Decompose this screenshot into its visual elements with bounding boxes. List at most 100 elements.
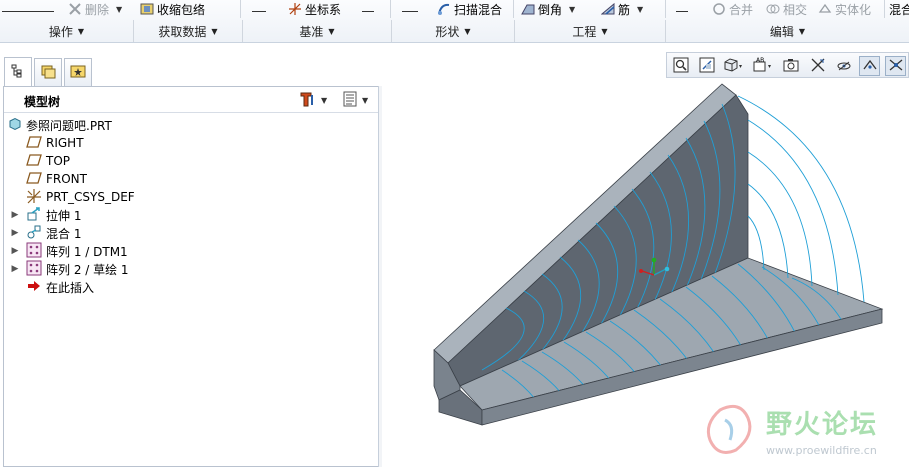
merge-icon (712, 2, 726, 16)
chevron-down-icon: ▼ (601, 26, 608, 36)
ribbon-more-button[interactable] (362, 0, 380, 18)
zoom-fit-icon (673, 57, 689, 76)
tree-item-csys[interactable]: PRT_CSYS_DEF (26, 188, 135, 206)
solidify-icon (818, 2, 832, 16)
group-get-data[interactable]: 获取数据 ▼ (133, 20, 242, 42)
watermark-logo-icon (700, 400, 760, 463)
tree-item-insert-here[interactable]: 在此插入 (26, 278, 94, 296)
watermark-url: www.proewildfire.cn (766, 444, 877, 457)
sweep-button[interactable] (402, 0, 424, 18)
blend-cut-button[interactable]: 混合 (889, 0, 909, 18)
csys-button[interactable]: 坐标系 (288, 0, 341, 18)
solidify-button[interactable]: 实体化 (818, 0, 871, 18)
tree-show-button[interactable]: ▼ (342, 91, 368, 109)
zoom-in-button[interactable] (696, 56, 717, 76)
round-icon (521, 2, 535, 16)
delete-button[interactable]: 删除 ▼ (68, 0, 122, 18)
model-tree-icon (11, 64, 25, 81)
model-tree-title: 模型树 (24, 95, 61, 109)
svg-text:AB: AB (756, 57, 764, 64)
tab-folder-browser[interactable] (34, 58, 62, 86)
tree-settings-button[interactable]: ▼ (299, 91, 327, 109)
tree-item-extrude[interactable]: 拉伸 1 (26, 206, 81, 224)
ribbon: 删除 ▼ 收缩包络 坐标系 扫描混合 倒角 ▼ 筋 ▼ 合并 相交 实体化 混合… (0, 0, 909, 43)
ribbon-separator (884, 0, 885, 18)
chevron-down-icon: ▾ (768, 62, 772, 70)
tree-item-pattern-2[interactable]: 阵列 2 / 草绘 1 (26, 260, 129, 278)
tree-item-blend[interactable]: 混合 1 (26, 224, 81, 242)
spin-center-button[interactable] (833, 56, 854, 76)
part-icon (8, 117, 22, 134)
rib-button[interactable]: 筋 ▼ (600, 0, 644, 18)
datum-plane-icon (26, 171, 42, 187)
shrinkwrap-button[interactable]: 收缩包络 (140, 0, 205, 18)
cutoff-button[interactable] (2, 0, 60, 18)
annotation-display-button[interactable]: AB ▾ (751, 56, 772, 76)
chevron-down-icon: ▼ (637, 4, 644, 14)
tree-item-pattern-1[interactable]: 阵列 1 / DTM1 (26, 242, 128, 260)
expand-arrow-icon[interactable]: ▶ (10, 260, 20, 278)
tab-model-tree[interactable] (4, 57, 32, 87)
group-engineering[interactable]: 工程 ▼ (514, 20, 665, 42)
folder-browser-icon (40, 63, 56, 82)
refit-button[interactable] (670, 56, 691, 76)
tools-icon (299, 91, 317, 110)
pattern-button[interactable] (676, 0, 692, 18)
intersect-button[interactable]: 相交 (766, 0, 807, 18)
tree-item-right[interactable]: RIGHT (26, 134, 84, 152)
datum-csys-display-button[interactable] (807, 56, 828, 76)
saved-views-button[interactable] (780, 56, 801, 76)
expand-arrow-icon[interactable]: ▶ (10, 242, 20, 260)
list-icon (342, 91, 358, 110)
group-operations[interactable]: 操作 ▼ (0, 20, 133, 42)
round-button[interactable]: 倒角 ▼ (521, 0, 575, 18)
intersect-icon (766, 2, 780, 16)
plane-display-icon (862, 57, 878, 76)
datum-plane-display-button[interactable] (859, 56, 880, 76)
merge-button[interactable]: 合并 (712, 0, 753, 18)
navigator-panel: 模型树 ▼ ▼ 参照问题吧.PRT RIGHT TOP FRONT PRT_CS… (3, 56, 380, 467)
tab-favorites[interactable] (64, 58, 92, 86)
pattern-icon (26, 242, 42, 261)
ribbon-separator (665, 0, 666, 18)
sweep-blend-button[interactable]: 扫描混合 (437, 0, 502, 18)
chevron-down-icon: ▼ (569, 4, 576, 14)
model-tree-panel: 模型树 ▼ ▼ 参照问题吧.PRT RIGHT TOP FRONT PRT_CS… (3, 86, 380, 467)
group-datum[interactable]: 基准 ▼ (242, 20, 391, 42)
display-style-button[interactable]: ▾ (722, 56, 743, 76)
ribbon-separator (390, 0, 391, 18)
tree-item-top[interactable]: TOP (26, 152, 70, 170)
tree-item-part[interactable]: 参照问题吧.PRT (8, 116, 112, 134)
datum-plane-icon (26, 135, 42, 151)
expand-arrow-icon[interactable]: ▶ (10, 206, 20, 224)
blend-icon (26, 224, 42, 243)
spin-center-icon (836, 57, 852, 76)
group-shapes[interactable]: 形状 ▼ (391, 20, 514, 42)
rib-icon (600, 2, 615, 16)
point-display-button[interactable] (885, 56, 906, 76)
datum-plane-button[interactable] (252, 0, 272, 18)
chevron-down-icon: ▼ (211, 26, 218, 36)
watermark: 野火论坛 www.proewildfire.cn (700, 398, 900, 464)
csys-icon (288, 2, 302, 16)
annotation-icon: AB (752, 57, 768, 76)
shrinkwrap-icon (140, 2, 154, 16)
csys-display-icon (810, 57, 826, 76)
chevron-down-icon: ▼ (321, 95, 328, 105)
watermark-title: 野火论坛 (766, 410, 879, 440)
graphics-area[interactable]: 野火论坛 www.proewildfire.cn (382, 80, 909, 467)
chevron-down-icon: ▼ (116, 4, 123, 14)
tree-item-front[interactable]: FRONT (26, 170, 87, 188)
chevron-down-icon: ▼ (328, 26, 335, 36)
navigator-tabs (3, 56, 380, 87)
ribbon-separator (240, 0, 241, 18)
zoom-in-icon (699, 57, 715, 76)
camera-icon (783, 57, 799, 76)
expand-arrow-icon[interactable]: ▶ (10, 224, 20, 242)
insert-arrow-icon (26, 280, 42, 295)
chevron-down-icon: ▾ (739, 62, 743, 70)
group-editing[interactable]: 编辑 ▼ (665, 20, 909, 42)
chevron-down-icon: ▼ (77, 26, 85, 36)
pattern-icon (26, 260, 42, 279)
point-display-icon (888, 57, 904, 76)
